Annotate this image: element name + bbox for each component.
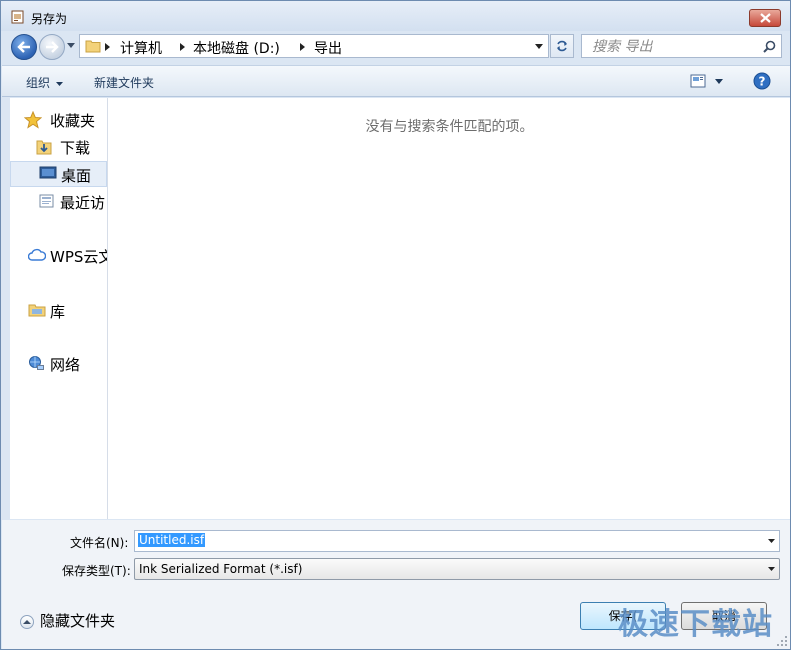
window-title: 另存为 [31,12,68,26]
chevron-down-icon[interactable] [768,539,775,543]
download-folder-icon [36,140,52,155]
breadcrumb-local-disk[interactable]: 本地磁盘 (D:) [193,38,280,58]
organize-label: 组织 [26,76,51,90]
library-icon [28,304,46,317]
save-as-dialog: 另存为 计算机 本地磁盘 (D:) 导出 组织 新建文件夹 ? [0,0,791,650]
search-input[interactable] [590,37,754,57]
recent-places-icon [39,194,54,208]
sidebar-item-label: 收藏夹 [50,112,96,130]
arrow-right-icon [46,41,59,53]
sidebar-item-downloads[interactable]: 下载 [36,135,107,159]
sidebar-item-libraries[interactable]: 库 [28,299,107,323]
refresh-button[interactable] [550,34,574,58]
view-options-icon[interactable] [690,74,706,88]
resize-grip-icon[interactable] [777,636,787,646]
search-icon[interactable] [763,40,776,53]
sidebar-item-recent-places[interactable]: 最近访 [38,190,107,214]
hide-folders-label: 隐藏文件夹 [40,612,116,630]
filetype-value: Ink Serialized Format (*.isf) [139,562,303,576]
cloud-icon [28,248,46,261]
file-list-pane[interactable]: 没有与搜索条件匹配的项。 [108,98,790,519]
collapse-icon [20,614,34,629]
close-icon [760,13,771,23]
view-dropdown-icon[interactable] [715,79,723,84]
breadcrumb-separator-icon[interactable] [300,43,305,51]
folder-icon [85,40,101,53]
address-bar[interactable]: 计算机 本地磁盘 (D:) 导出 [79,34,549,58]
organize-menu[interactable]: 组织 [26,74,64,91]
sidebar-item-desktop[interactable]: 桌面 [10,161,107,187]
history-dropdown-icon[interactable] [67,43,75,48]
sidebar-item-network[interactable]: 网络 [28,352,107,376]
arrow-left-icon [17,41,30,53]
filename-field[interactable]: Untitled.isf [134,530,780,552]
sidebar-item-label: 桌面 [61,167,92,185]
breadcrumb-separator-icon[interactable] [180,43,185,51]
forward-button[interactable] [39,34,65,60]
sidebar-item-label: 网络 [50,356,81,374]
svg-text:?: ? [759,75,766,89]
title-bar: 另存为 [1,1,790,31]
empty-results-message: 没有与搜索条件匹配的项。 [365,119,534,135]
search-box[interactable] [581,34,782,58]
star-icon [24,111,42,129]
filetype-select[interactable]: Ink Serialized Format (*.isf) [134,558,780,580]
breadcrumb-separator-icon[interactable] [105,43,110,51]
navigation-pane: 收藏夹 下载 桌面 最近访 WPS云文 库 网络 [10,98,108,519]
filename-value[interactable]: Untitled.isf [138,533,206,547]
chevron-down-icon [56,81,64,86]
breadcrumb-computer[interactable]: 计算机 [120,38,162,58]
sidebar-item-label: 最近访 [60,194,106,212]
filetype-label: 保存类型(T): [62,564,131,578]
hide-folders-toggle[interactable]: 隐藏文件夹 [20,610,115,631]
breadcrumb-export[interactable]: 导出 [314,38,342,58]
desktop-icon [39,166,57,179]
sidebar-item-label: WPS云文 [50,248,108,266]
watermark-text: 极速下载站 [618,607,773,642]
back-button[interactable] [11,34,37,60]
sidebar-item-favorites[interactable]: 收藏夹 [24,108,107,132]
sidebar-item-label: 库 [50,303,66,321]
close-button[interactable] [749,9,781,27]
app-icon [11,9,25,24]
command-bar: 组织 新建文件夹 ? [2,65,790,97]
filename-label: 文件名(N): [70,536,129,550]
network-icon [29,356,44,370]
help-icon[interactable]: ? [753,72,771,90]
chevron-down-icon [768,567,775,571]
sidebar-item-wps-cloud[interactable]: WPS云文 [28,244,108,268]
sidebar-item-label: 下载 [60,139,91,157]
address-dropdown-icon[interactable] [535,44,543,49]
refresh-icon [557,40,567,52]
new-folder-button[interactable]: 新建文件夹 [94,74,154,91]
